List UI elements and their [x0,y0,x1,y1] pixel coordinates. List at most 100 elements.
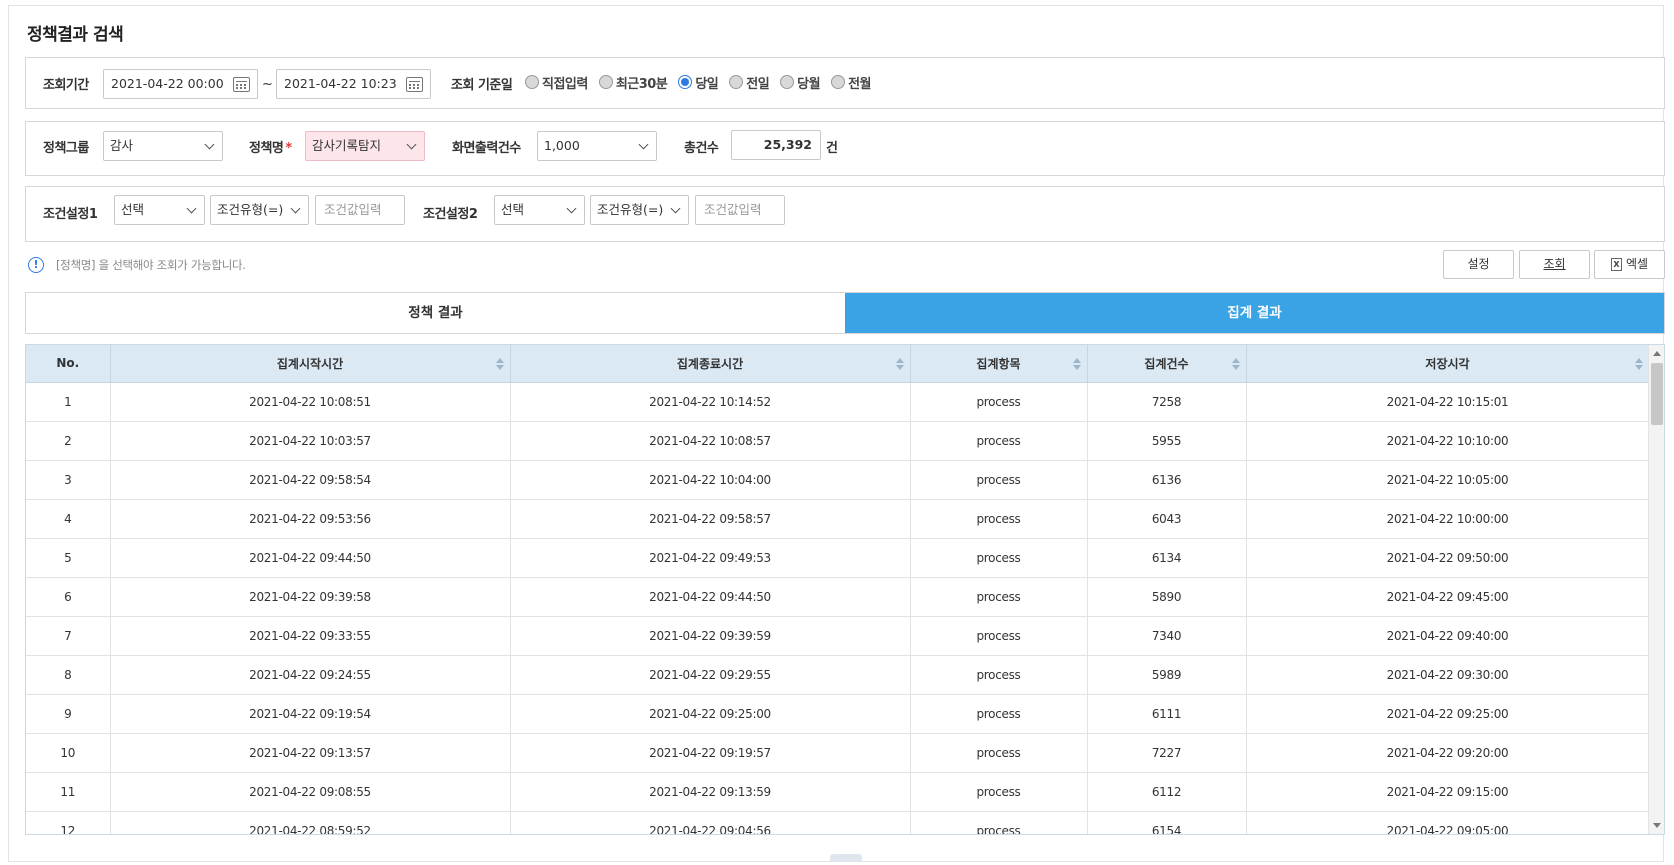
sort-icon[interactable] [1072,358,1081,370]
cell-saved-time: 2021-04-22 10:05:00 [1246,460,1650,500]
basis-radio-group: 직접입력 최근30분 당일 전일 당월 전월 [525,72,882,92]
cond2-value-placeholder: 조건값입력 [704,202,762,217]
cell-item: process [910,460,1088,500]
radio-circle[interactable] [525,75,539,89]
date-range-separator: ~ [262,77,273,92]
cell-saved-time: 2021-04-22 09:45:00 [1246,577,1650,617]
cond1-select[interactable]: 선택 [114,195,205,225]
column-header-no[interactable]: No. [26,345,111,383]
table-row[interactable]: 7 2021-04-22 09:33:55 2021-04-22 09:39:59 p… [26,616,1650,656]
radio-direct[interactable]: 직접입력 [525,73,588,92]
result-grid: No. 집계시작시간 집계종료시간 집계항목 집계건수 저장시각 1 2021-0… [25,344,1665,835]
cell-no: 10 [26,733,111,773]
column-header-label: No. [56,356,80,371]
table-row[interactable]: 8 2021-04-22 09:24:55 2021-04-22 09:29:55 p… [26,655,1650,695]
calendar-icon[interactable] [233,77,250,92]
table-row[interactable]: 12 2021-04-22 08:59:52 2021-04-22 09:04:56… [26,811,1650,834]
cond1-value-input[interactable]: 조건값입력 [315,195,405,225]
cell-saved-time: 2021-04-22 10:00:00 [1246,499,1650,539]
cell-no: 3 [26,460,111,500]
excel-file-icon: X [1610,258,1622,271]
table-row[interactable]: 11 2021-04-22 09:08:55 2021-04-22 09:13:59… [26,772,1650,812]
cond1-value-placeholder: 조건값입력 [324,202,382,217]
chevron-down-icon [670,203,681,214]
total-count-field: 25,392 [731,130,821,160]
radio-circle[interactable] [598,75,613,89]
sort-icon[interactable] [1634,358,1643,370]
query-button[interactable]: 조회 [1519,250,1590,279]
table-row[interactable]: 1 2021-04-22 10:08:51 2021-04-22 10:14:52 p… [26,382,1650,422]
tab-policy-result[interactable]: 정책 결과 [26,293,845,333]
cell-start-time: 2021-04-22 09:19:54 [110,694,511,734]
cond2-value-input[interactable]: 조건값입력 [695,195,785,225]
column-header-label: 집계시작시간 [276,356,344,371]
display-count-select[interactable]: 1,000 [537,131,657,161]
cell-start-time: 2021-04-22 09:39:58 [110,577,511,617]
policy-select[interactable]: 감사기록탐지 [305,131,425,161]
table-row[interactable]: 6 2021-04-22 09:39:58 2021-04-22 09:44:50 p… [26,577,1650,617]
cell-count: 7227 [1087,733,1247,773]
cell-no: 7 [26,616,111,656]
date-to-field[interactable]: 2021-04-22 10:23 [276,69,431,99]
cell-start-time: 2021-04-22 08:59:52 [110,811,511,834]
radio-yesterday[interactable]: 전일 [729,73,770,92]
table-row[interactable]: 2 2021-04-22 10:03:57 2021-04-22 10:08:57 p… [26,421,1650,461]
column-header-count[interactable]: 집계건수 [1087,345,1247,383]
date-from-field[interactable]: 2021-04-22 00:00 [103,69,258,99]
table-row[interactable]: 5 2021-04-22 09:44:50 2021-04-22 09:49:53 p… [26,538,1650,578]
column-header-saved-time[interactable]: 저장시각 [1246,345,1650,383]
scroll-up-icon[interactable] [1653,351,1661,356]
table-row[interactable]: 9 2021-04-22 09:19:54 2021-04-22 09:25:00 p… [26,694,1650,734]
resize-handle[interactable] [830,854,862,862]
cell-count: 5890 [1087,577,1247,617]
cell-start-time: 2021-04-22 09:44:50 [110,538,511,578]
table-row[interactable]: 10 2021-04-22 09:13:57 2021-04-22 09:19:57… [26,733,1650,773]
radio-circle[interactable] [780,75,795,89]
calendar-icon[interactable] [406,77,423,92]
display-count-label: 화면출력건수 [452,141,521,156]
cell-no: 1 [26,382,111,422]
scroll-thumb[interactable] [1651,363,1663,425]
group-select[interactable]: 감사 [103,131,223,161]
cell-item: process [910,382,1088,422]
settings-button[interactable]: 설정 [1443,250,1514,279]
cell-end-time: 2021-04-22 10:04:00 [510,460,911,500]
radio-circle[interactable] [729,75,744,89]
cond1-select-value: 선택 [121,202,145,217]
sort-icon[interactable] [495,358,504,370]
radio-last-month[interactable]: 전월 [831,73,872,92]
excel-button-label: 엑셀 [1625,257,1649,271]
cond2-select[interactable]: 선택 [494,195,585,225]
radio-today[interactable]: 당일 [678,73,719,92]
notice-text: [정책명] 을 선택해야 조회가 가능합니다. [56,258,246,272]
radio-this-month[interactable]: 당월 [780,73,821,92]
chevron-down-icon [406,139,417,150]
cond2-type-select[interactable]: 조건유형(=) [590,195,689,225]
sort-icon[interactable] [895,358,904,370]
column-header-item[interactable]: 집계항목 [910,345,1088,383]
date-to-value: 2021-04-22 10:23 [284,76,397,91]
radio-last-30min[interactable]: 최근30분 [598,73,668,92]
cond1-type-select[interactable]: 조건유형(=) [210,195,309,225]
tab-aggregate-result[interactable]: 집계 결과 [845,293,1664,333]
excel-button[interactable]: X 엑셀 [1594,250,1665,279]
table-row[interactable]: 3 2021-04-22 09:58:54 2021-04-22 10:04:00 p… [26,460,1650,500]
page-title: 정책결과 검색 [27,25,124,45]
cond2-label: 조건설정2 [423,207,478,222]
cell-end-time: 2021-04-22 09:58:57 [510,499,911,539]
policy-label: 정책명 * [249,137,292,156]
radio-circle[interactable] [831,75,846,89]
sort-icon[interactable] [1231,358,1240,370]
radio-circle-selected[interactable] [678,75,693,89]
cell-saved-time: 2021-04-22 09:20:00 [1246,733,1650,773]
scroll-down-icon[interactable] [1653,823,1661,828]
group-label: 정책그룹 [43,141,89,156]
column-header-end-time[interactable]: 집계종료시간 [510,345,911,383]
chevron-down-icon [566,203,577,214]
cond2-select-value: 선택 [501,202,525,217]
vertical-scrollbar[interactable] [1648,345,1664,834]
cell-saved-time: 2021-04-22 09:05:00 [1246,811,1650,834]
column-header-start-time[interactable]: 집계시작시간 [110,345,511,383]
cell-no: 9 [26,694,111,734]
table-row[interactable]: 4 2021-04-22 09:53:56 2021-04-22 09:58:57 p… [26,499,1650,539]
